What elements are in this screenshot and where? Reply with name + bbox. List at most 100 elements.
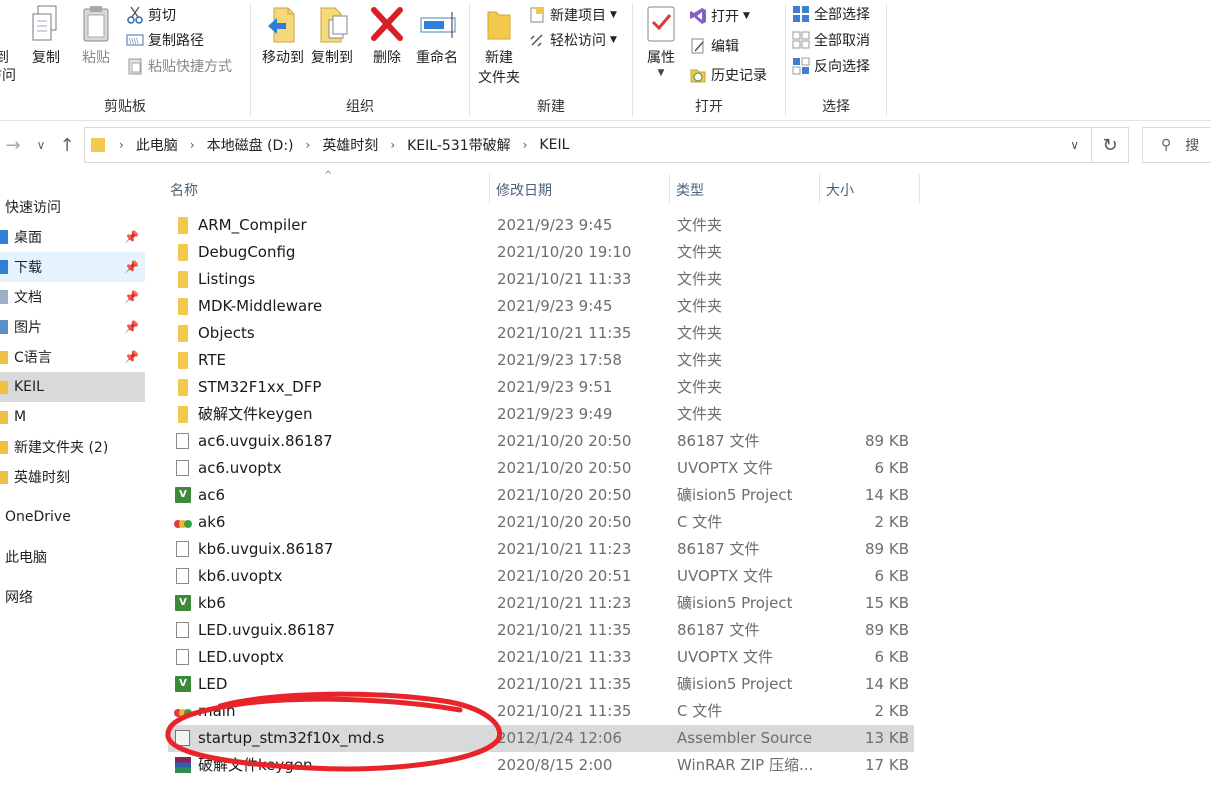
sidebar-item-c-language[interactable]: C语言 📌	[0, 342, 145, 372]
file-row[interactable]: LED.uvguix.86187 2021/10/21 11:35 86187 文件…	[168, 617, 914, 644]
new-folder-label-1: 新建	[485, 50, 513, 66]
file-modified-date: 2021/10/21 11:35	[497, 675, 632, 693]
invert-selection-button[interactable]: 反向选择	[792, 54, 870, 78]
copy-button[interactable]: 复制	[20, 4, 72, 92]
file-row[interactable]: 破解文件keygen 2021/9/23 9:49 文件夹	[168, 401, 914, 428]
open-button[interactable]: 打开 ▼	[689, 4, 750, 28]
easy-access-label: 轻松访问	[550, 33, 606, 49]
file-row[interactable]: startup_stm32f10x_md.s 2012/1/24 12:06 Ass…	[168, 725, 914, 752]
cut-button[interactable]: 剪切	[126, 3, 176, 27]
ribbon-divider	[886, 4, 887, 116]
select-group-label: 选择	[822, 99, 850, 115]
recent-locations-chevron-icon[interactable]: ∨	[30, 132, 52, 158]
file-row[interactable]: DebugConfig 2021/10/20 19:10 文件夹	[168, 239, 914, 266]
sidebar-item-hero-moments[interactable]: 英雄时刻	[0, 462, 145, 492]
file-row[interactable]: kb6.uvguix.86187 2021/10/21 11:23 86187 文件…	[168, 536, 914, 563]
address-dropdown-chevron-icon[interactable]: ∨	[1070, 138, 1079, 152]
sidebar-item-onedrive[interactable]: OneDrive	[0, 502, 145, 532]
search-input[interactable]: ⚲ 搜	[1142, 127, 1211, 163]
clipboard-group: 到 访问 复制 粘贴 剪切 \\\\ 复制路径 粘贴快捷方式 剪贴板	[0, 0, 250, 121]
file-row[interactable]: MDK-Middleware 2021/9/23 9:45 文件夹	[168, 293, 914, 320]
sidebar-item-new-folder-2[interactable]: 新建文件夹 (2)	[0, 432, 145, 462]
breadcrumb-local-disk[interactable]: 本地磁盘 (D:)	[207, 135, 294, 155]
file-row[interactable]: LED.uvoptx 2021/10/21 11:33 UVOPTX 文件 6 KB	[168, 644, 914, 671]
paste-button[interactable]: 粘贴	[70, 4, 122, 92]
scissors-icon	[126, 6, 144, 24]
refresh-button[interactable]: ↻	[1092, 127, 1129, 163]
sidebar-item-this-pc[interactable]: 此电脑	[0, 542, 145, 572]
address-bar[interactable]: › 此电脑 › 本地磁盘 (D:) › 英雄时刻 › KEIL-531带破解 ›…	[84, 127, 1092, 163]
file-row[interactable]: main 2021/10/21 11:35 C 文件 2 KB	[168, 698, 914, 725]
select-none-button[interactable]: 全部取消	[792, 28, 870, 52]
column-divider[interactable]	[919, 174, 920, 204]
file-size: 89 KB	[865, 621, 909, 639]
sidebar-item-documents[interactable]: 文档 📌	[0, 282, 145, 312]
breadcrumb-this-pc[interactable]: 此电脑	[136, 135, 178, 155]
file-name: ARM_Compiler	[198, 216, 307, 234]
file-row[interactable]: Vac6 2021/10/20 20:50 礦ision5 Project 14 KB	[168, 482, 914, 509]
breadcrumb-keil[interactable]: KEIL	[539, 137, 569, 153]
sidebar-item-desktop[interactable]: 桌面 📌	[0, 222, 145, 252]
up-arrow-icon[interactable]: ↑	[56, 132, 78, 158]
file-row[interactable]: RTE 2021/9/23 17:58 文件夹	[168, 347, 914, 374]
new-folder-button[interactable]: 新建 文件夹	[473, 4, 525, 92]
column-divider[interactable]	[819, 174, 820, 204]
column-divider[interactable]	[669, 174, 670, 204]
breadcrumb-hero-moments[interactable]: 英雄时刻	[322, 135, 378, 155]
file-row[interactable]: ak6 2021/10/20 20:50 C 文件 2 KB	[168, 509, 914, 536]
c-file-icon	[174, 516, 192, 528]
sidebar-item-downloads[interactable]: 下载 📌	[0, 252, 145, 282]
forward-arrow-icon[interactable]: →	[2, 132, 24, 158]
select-all-button[interactable]: 全部选择	[792, 2, 870, 26]
move-to-button[interactable]: 移动到	[257, 4, 309, 92]
sidebar-item-label: M	[14, 409, 27, 425]
sidebar-item-pictures[interactable]: 图片 📌	[0, 312, 145, 342]
file-row[interactable]: Vkb6 2021/10/21 11:23 礦ision5 Project 15 KB	[168, 590, 914, 617]
file-row[interactable]: ARM_Compiler 2021/9/23 9:45 文件夹	[168, 212, 914, 239]
sidebar-item-quick-access[interactable]: 快速访问	[0, 192, 145, 222]
file-row[interactable]: Objects 2021/10/21 11:35 文件夹	[168, 320, 914, 347]
file-name: LED.uvguix.86187	[198, 621, 336, 639]
column-header-type[interactable]: 类型	[676, 176, 704, 204]
rename-label: 重命名	[416, 50, 458, 66]
sidebar-item-m[interactable]: M	[0, 402, 145, 432]
file-size: 89 KB	[865, 540, 909, 558]
column-header-name[interactable]: 名称	[170, 176, 198, 204]
copy-to-label: 复制到	[311, 50, 353, 66]
column-divider[interactable]	[489, 174, 490, 204]
file-type: 86187 文件	[677, 621, 760, 639]
easy-access-button[interactable]: 轻松访问 ▼	[528, 28, 617, 52]
history-button[interactable]: 历史记录	[689, 63, 767, 87]
file-row[interactable]: Listings 2021/10/21 11:33 文件夹	[168, 266, 914, 293]
delete-button[interactable]: 删除	[361, 4, 413, 92]
new-group-label: 新建	[537, 99, 565, 115]
paste-shortcut-icon	[126, 57, 144, 75]
file-modified-date: 2021/10/21 11:23	[497, 540, 632, 558]
svg-text:\\\\: \\\\	[129, 37, 139, 45]
breadcrumb-keil-531[interactable]: KEIL-531带破解	[407, 135, 510, 155]
copy-to-button[interactable]: 复制到	[306, 4, 358, 92]
file-row[interactable]: V LED 2021/10/21 11:35 礦ision5 Project 14 KB	[168, 671, 914, 698]
column-header-size[interactable]: 大小	[826, 176, 854, 204]
folder-icon	[0, 470, 8, 484]
file-row[interactable]: STM32F1xx_DFP 2021/9/23 9:51 文件夹	[168, 374, 914, 401]
file-row[interactable]: 破解文件keygen 2020/8/15 2:00 WinRAR ZIP 压缩...…	[168, 752, 914, 779]
edit-label: 编辑	[711, 39, 739, 55]
sidebar-item-keil[interactable]: KEIL	[0, 372, 145, 402]
copy-path-button[interactable]: \\\\ 复制路径	[126, 28, 204, 52]
new-item-button[interactable]: 新建项目 ▼	[528, 3, 617, 27]
sidebar-item-network[interactable]: 网络	[0, 582, 145, 612]
file-row[interactable]: ac6.uvguix.86187 2021/10/20 20:50 86187 文件…	[168, 428, 914, 455]
pin-to-quick-access-button[interactable]: 到 访问	[0, 4, 22, 92]
properties-button[interactable]: 属性 ▼	[635, 4, 687, 92]
downloads-icon	[0, 260, 8, 274]
paste-shortcut-button[interactable]: 粘贴快捷方式	[126, 54, 232, 78]
sidebar-item-label: 下载	[14, 260, 42, 276]
column-header-date[interactable]: 修改日期	[496, 176, 552, 204]
file-row[interactable]: kb6.uvoptx 2021/10/20 20:51 UVOPTX 文件 6 KB	[168, 563, 914, 590]
rename-button[interactable]: 重命名	[411, 4, 463, 92]
c-file-icon	[174, 705, 192, 717]
edit-button[interactable]: 编辑	[689, 34, 739, 58]
file-row[interactable]: ac6.uvoptx 2021/10/20 20:50 UVOPTX 文件 6 KB	[168, 455, 914, 482]
open-label: 打开	[711, 9, 739, 25]
